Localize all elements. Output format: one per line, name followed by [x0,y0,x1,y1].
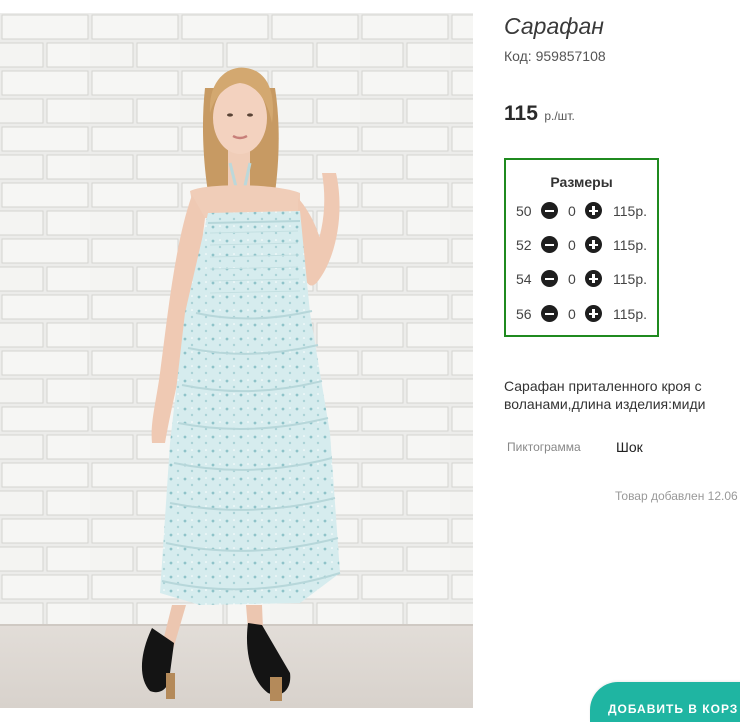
minus-circle-icon[interactable] [541,236,558,253]
minus-circle-icon[interactable] [541,202,558,219]
size-row: 56 0 115р. [506,304,657,324]
plus-circle-icon[interactable] [585,305,602,322]
product-code: Код: 959857108 [504,48,606,64]
add-to-cart-label: ДОБАВИТЬ В КОРЗ [608,702,739,716]
size-row: 50 0 115р. [506,201,657,221]
size-quantity[interactable]: 0 [568,271,576,287]
minus-circle-icon[interactable] [541,270,558,287]
plus-circle-icon[interactable] [585,202,602,219]
size-price: 115р. [613,271,647,287]
sizes-title: Размеры [550,174,613,190]
size-price: 115р. [613,306,647,322]
product-info: Сарафан Код: 959857108 115 р./шт. Размер… [504,0,740,708]
size-label: 50 [516,203,532,219]
size-row: 54 0 115р. [506,269,657,289]
size-price: 115р. [613,203,647,219]
size-price: 115р. [613,237,647,253]
size-quantity[interactable]: 0 [568,237,576,253]
pictogram-label: Пиктограмма [507,440,581,454]
size-quantity[interactable]: 0 [568,306,576,322]
size-quantity[interactable]: 0 [568,203,576,219]
pictogram-value: Шок [616,439,643,455]
price-value: 115 [504,102,538,125]
product-description: Сарафан приталенного кроя с воланами,дли… [504,378,706,412]
product-photo-illustration [0,13,473,708]
price-unit: р./шт. [544,109,575,123]
added-date: Товар добавлен 12.06 [615,489,738,503]
product-photo[interactable] [0,13,473,708]
size-label: 56 [516,306,532,322]
plus-circle-icon[interactable] [585,270,602,287]
product-price: 115 р./шт. [504,102,575,126]
add-to-cart-button[interactable]: ДОБАВИТЬ В КОРЗ [590,682,740,722]
product-title: Сарафан [504,13,604,39]
minus-circle-icon[interactable] [541,305,558,322]
size-label: 52 [516,237,532,253]
sizes-box: Размеры 50 0 115р. 52 0 115р. 54 0 115р.… [504,158,659,337]
size-label: 54 [516,271,532,287]
plus-circle-icon[interactable] [585,236,602,253]
size-row: 52 0 115р. [506,235,657,255]
